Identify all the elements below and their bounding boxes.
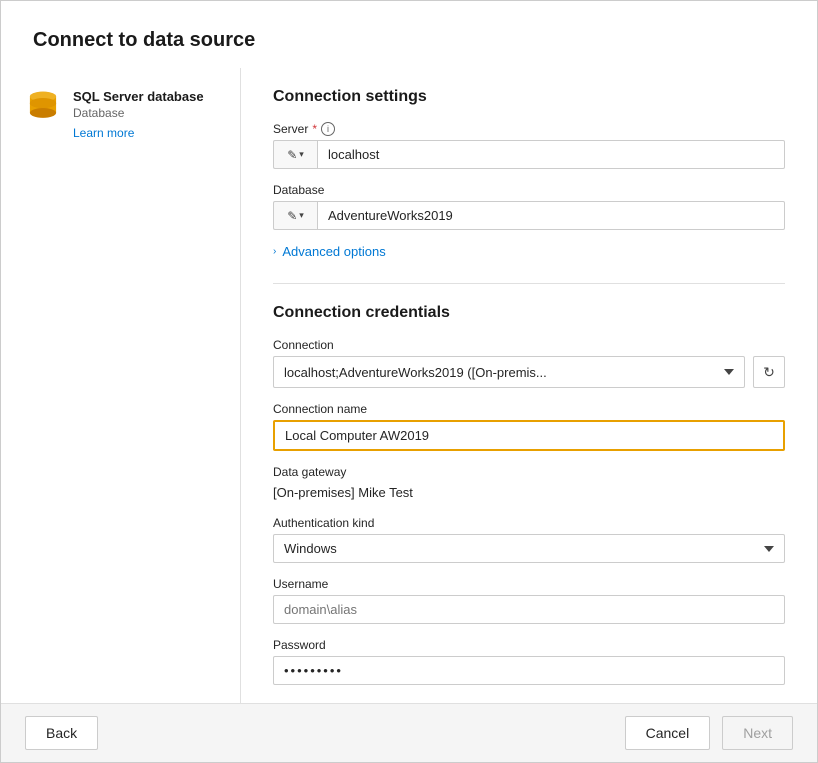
pencil-icon: ✎	[287, 209, 297, 223]
password-input[interactable]	[273, 656, 785, 685]
database-field-group: Database ✎ ▾	[273, 183, 785, 230]
username-input[interactable]	[273, 595, 785, 624]
username-label: Username	[273, 577, 785, 591]
sidebar-text: SQL Server database Database Learn more	[73, 88, 204, 140]
datasource-name: SQL Server database	[73, 88, 204, 106]
password-label: Password	[273, 638, 785, 652]
connection-credentials-title: Connection credentials	[273, 304, 785, 322]
auth-kind-dropdown[interactable]: Windows Basic OAuth	[273, 534, 785, 563]
data-gateway-label: Data gateway	[273, 465, 785, 479]
database-edit-button[interactable]: ✎ ▾	[273, 201, 317, 230]
refresh-icon: ↻	[763, 364, 775, 381]
connection-name-field-group: Connection name	[273, 402, 785, 451]
chevron-right-icon: ›	[273, 246, 276, 257]
sql-server-icon	[25, 90, 61, 126]
connection-dropdown[interactable]: localhost;AdventureWorks2019 ([On-premis…	[273, 356, 745, 388]
server-input-wrapper: ✎ ▾	[273, 140, 785, 169]
data-gateway-field-group: Data gateway [On-premises] Mike Test	[273, 465, 785, 502]
chevron-down-icon: ▾	[299, 210, 304, 221]
server-info-icon[interactable]: i	[321, 122, 335, 136]
chevron-down-icon: ▾	[299, 149, 304, 160]
connection-name-input[interactable]	[273, 420, 785, 451]
connection-label: Connection	[273, 338, 785, 352]
datasource-item: SQL Server database Database Learn more	[25, 88, 216, 140]
sidebar: SQL Server database Database Learn more	[1, 68, 241, 703]
connection-settings-title: Connection settings	[273, 88, 785, 106]
username-field-group: Username	[273, 577, 785, 624]
back-button[interactable]: Back	[25, 716, 98, 750]
dialog-title: Connect to data source	[1, 1, 817, 68]
datasource-type: Database	[73, 106, 204, 120]
learn-more-link[interactable]: Learn more	[73, 126, 204, 140]
auth-kind-field-group: Authentication kind Windows Basic OAuth	[273, 516, 785, 563]
auth-kind-label: Authentication kind	[273, 516, 785, 530]
advanced-options-label: Advanced options	[282, 244, 385, 259]
server-input[interactable]	[317, 140, 785, 169]
main-content: Connection settings Server * i ✎ ▾ Datab…	[241, 68, 817, 703]
server-edit-button[interactable]: ✎ ▾	[273, 140, 317, 169]
password-field-group: Password	[273, 638, 785, 685]
next-button: Next	[722, 716, 793, 750]
database-input-wrapper: ✎ ▾	[273, 201, 785, 230]
connection-field-group: Connection localhost;AdventureWorks2019 …	[273, 338, 785, 388]
server-label: Server * i	[273, 122, 785, 136]
section-divider	[273, 283, 785, 284]
server-field-group: Server * i ✎ ▾	[273, 122, 785, 169]
footer-right: Cancel Next	[625, 716, 793, 750]
cancel-button[interactable]: Cancel	[625, 716, 711, 750]
data-gateway-value: [On-premises] Mike Test	[273, 483, 785, 502]
refresh-button[interactable]: ↻	[753, 356, 785, 388]
database-input[interactable]	[317, 201, 785, 230]
advanced-options-toggle[interactable]: › Advanced options	[273, 244, 785, 259]
database-label: Database	[273, 183, 785, 197]
connection-name-label: Connection name	[273, 402, 785, 416]
pencil-icon: ✎	[287, 148, 297, 162]
connection-dropdown-wrapper: localhost;AdventureWorks2019 ([On-premis…	[273, 356, 785, 388]
dialog-footer: Back Cancel Next	[1, 703, 817, 762]
server-required: *	[312, 122, 317, 136]
